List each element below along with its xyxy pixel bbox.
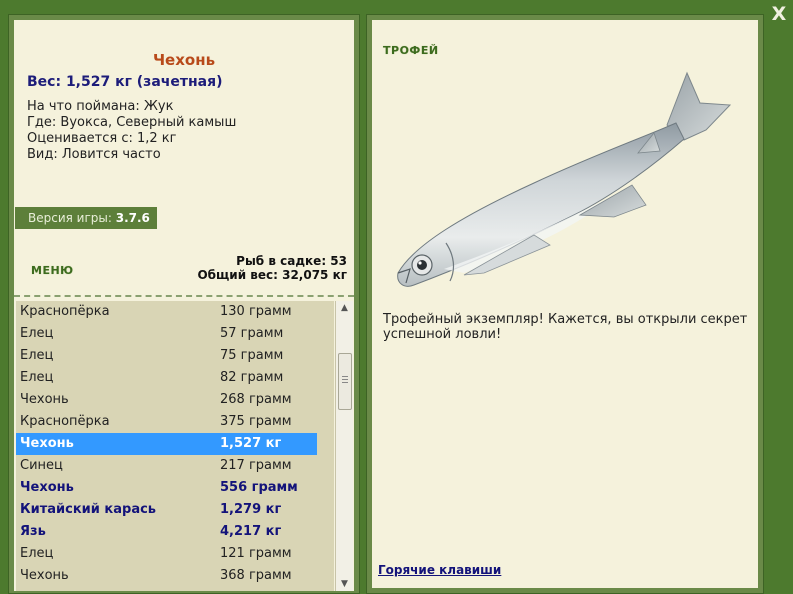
- catch-fish-weight: 1,527 кг: [220, 436, 282, 451]
- fish-weight: Вес: 1,527 кг (зачетная): [27, 74, 223, 90]
- catch-fish-name: Чехонь: [20, 568, 69, 583]
- catch-list-row[interactable]: Краснопёрка 130 грамм: [16, 301, 334, 323]
- version-badge: Версия игры: 3.7.6: [15, 207, 157, 229]
- keepnet-stats: Рыб в садке: 53 Общий вес: 32,075 кг: [197, 254, 347, 282]
- catch-fish-name: Китайский карась: [20, 502, 157, 517]
- catch-fish-weight: 75 грамм: [220, 348, 284, 363]
- fish-species-note: Вид: Ловится часто: [27, 147, 161, 162]
- catch-fish-name: Елец: [20, 326, 54, 341]
- catch-list-row[interactable]: Елец 75 грамм: [16, 345, 334, 367]
- fish-info-inner: Чехонь Вес: 1,527 кг (зачетная) На что п…: [14, 20, 354, 591]
- catch-fish-name: Елец: [20, 370, 54, 385]
- fish-location: Где: Вуокса, Северный камыш: [27, 115, 237, 130]
- catch-fish-name: Чехонь: [20, 392, 69, 407]
- sabrefish-photo: [397, 71, 732, 287]
- catch-fish-weight: 57 грамм: [220, 326, 284, 341]
- catch-fish-name: Чехонь: [20, 436, 74, 451]
- grip-icon: [342, 376, 348, 377]
- catch-list-scrollbar[interactable]: ▲ ▼: [335, 301, 353, 591]
- catch-fish-name: Краснопёрка: [20, 304, 110, 319]
- catch-fish-name: Синец: [20, 458, 63, 473]
- keepnet-count: Рыб в садке: 53: [236, 254, 347, 268]
- catch-fish-weight: 130 грамм: [220, 304, 292, 319]
- catch-list-row[interactable]: Синец 217 грамм: [16, 455, 334, 477]
- catch-list[interactable]: Краснопёрка 130 грамм Елец 57 грамм Елец 75 г…: [16, 301, 334, 591]
- catch-fish-weight: 368 грамм: [220, 568, 292, 583]
- scroll-up-arrow-icon[interactable]: ▲: [336, 301, 353, 315]
- catch-fish-weight: 4,217 кг: [220, 524, 282, 539]
- catch-fish-weight: 556 грамм: [220, 480, 298, 495]
- trophy-inner: ТРОФЕЙ Трофейный экземпляр! Кажется, вы …: [372, 20, 758, 588]
- fish-valuation: Оценивается с: 1,2 кг: [27, 131, 177, 146]
- keepnet-total-weight: Общий вес: 32,075 кг: [197, 268, 347, 282]
- version-value: 3.7.6: [115, 211, 150, 225]
- catch-fish-name: Язь: [20, 524, 46, 539]
- catch-list-row[interactable]: Чехонь 268 грамм: [16, 389, 334, 411]
- scroll-thumb[interactable]: [338, 353, 352, 410]
- catch-list-row[interactable]: Китайский карась 1,279 кг: [16, 499, 334, 521]
- fish-bait: На что поймана: Жук: [27, 99, 174, 114]
- catch-list-row[interactable]: Чехонь 368 грамм: [16, 565, 334, 587]
- close-icon[interactable]: X: [768, 3, 790, 25]
- catch-fish-name: Краснопёрка: [20, 414, 110, 429]
- catch-list-row[interactable]: Елец 57 грамм: [16, 323, 334, 345]
- catch-list-row[interactable]: Язь 4,217 кг: [16, 521, 334, 543]
- catch-fish-weight: 1,279 кг: [220, 502, 282, 517]
- scroll-down-arrow-icon[interactable]: ▼: [336, 577, 353, 591]
- catch-fish-name: Чехонь: [20, 480, 74, 495]
- catch-fish-name: Елец: [20, 546, 54, 561]
- trophy-description: Трофейный экземпляр! Кажется, вы открыли…: [383, 312, 748, 342]
- divider: [14, 295, 354, 297]
- fish-info-panel: Чехонь Вес: 1,527 кг (зачетная) На что п…: [8, 14, 360, 594]
- trophy-panel: ТРОФЕЙ Трофейный экземпляр! Кажется, вы …: [366, 14, 764, 594]
- hotkeys-link[interactable]: Горячие клавиши: [378, 563, 501, 577]
- catch-fish-weight: 268 грамм: [220, 392, 292, 407]
- catch-fish-weight: 375 грамм: [220, 414, 292, 429]
- catch-list-row[interactable]: Елец 121 грамм: [16, 543, 334, 565]
- catch-list-row[interactable]: Краснопёрка 375 грамм: [16, 411, 334, 433]
- fish-title: Чехонь: [152, 51, 216, 69]
- catch-list-row[interactable]: Чехонь 556 грамм: [16, 477, 334, 499]
- version-label: Версия игры:: [28, 211, 112, 225]
- catch-list-row[interactable]: Елец 82 грамм: [16, 367, 334, 389]
- catch-fish-name: Елец: [20, 348, 54, 363]
- catch-list-row[interactable]: Чехонь 1,527 кг: [16, 433, 317, 455]
- catch-fish-weight: 217 грамм: [220, 458, 292, 473]
- catch-fish-weight: 121 грамм: [220, 546, 292, 561]
- catch-fish-weight: 82 грамм: [220, 370, 284, 385]
- menu-button[interactable]: МЕНЮ: [31, 264, 74, 277]
